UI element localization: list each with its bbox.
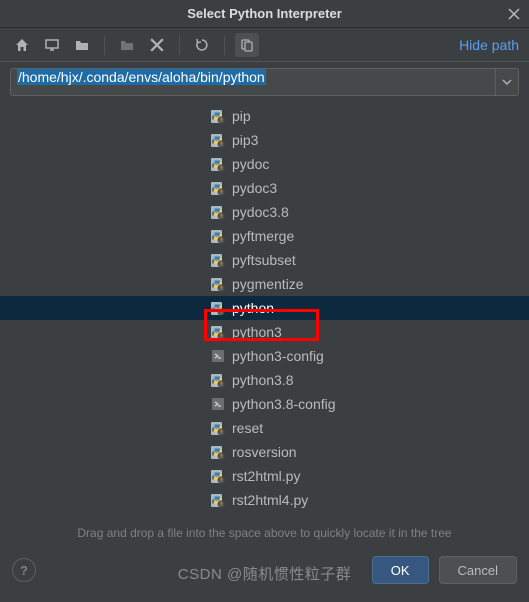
file-tree[interactable]: ? pip? pip3? pydoc? pydoc3? pydoc3.8? pyftmerg… bbox=[0, 100, 529, 518]
svg-text:?: ? bbox=[219, 238, 222, 244]
show-hidden-icon[interactable] bbox=[235, 33, 259, 57]
tree-item-label: python3 bbox=[232, 324, 282, 340]
tree-item[interactable]: python3.8-config bbox=[0, 392, 529, 416]
tree-item[interactable]: ? python3.8 bbox=[0, 368, 529, 392]
toolbar-divider bbox=[224, 35, 225, 55]
tree-item-label: pygmentize bbox=[232, 276, 304, 292]
python-file-icon: ? bbox=[210, 420, 226, 436]
tree-item[interactable]: ? python bbox=[0, 296, 529, 320]
python-file-icon: ? bbox=[210, 324, 226, 340]
svg-text:?: ? bbox=[219, 334, 222, 340]
python-file-icon: ? bbox=[210, 108, 226, 124]
tree-item-label: pip3 bbox=[232, 132, 258, 148]
svg-text:?: ? bbox=[219, 118, 222, 124]
tree-item[interactable]: ? pygmentize bbox=[0, 272, 529, 296]
desktop-icon[interactable] bbox=[40, 33, 64, 57]
svg-text:?: ? bbox=[219, 502, 222, 508]
tree-item-label: python3.8-config bbox=[232, 396, 336, 412]
svg-text:?: ? bbox=[219, 166, 222, 172]
python-file-icon: ? bbox=[210, 372, 226, 388]
path-input-text: /home/hjx/.conda/envs/aloha/bin/python bbox=[17, 69, 266, 85]
tree-item[interactable]: ? pydoc3 bbox=[0, 176, 529, 200]
tree-item-label: python3-config bbox=[232, 348, 324, 364]
tree-item-label: pydoc bbox=[232, 156, 269, 172]
dialog-footer: ? OK Cancel bbox=[0, 548, 529, 596]
svg-text:?: ? bbox=[219, 310, 222, 316]
help-button[interactable]: ? bbox=[12, 558, 36, 582]
tree-item[interactable]: ? pyftmerge bbox=[0, 224, 529, 248]
python-file-icon: ? bbox=[210, 444, 226, 460]
home-icon[interactable] bbox=[10, 33, 34, 57]
path-row: /home/hjx/.conda/envs/aloha/bin/python bbox=[0, 62, 529, 100]
tree-item[interactable]: python3-config bbox=[0, 344, 529, 368]
svg-text:?: ? bbox=[219, 142, 222, 148]
delete-icon[interactable] bbox=[145, 33, 169, 57]
toolbar: Hide path bbox=[0, 28, 529, 62]
tree-item-label: pydoc3 bbox=[232, 180, 277, 196]
python-file-icon: ? bbox=[210, 156, 226, 172]
exec-file-icon bbox=[210, 348, 226, 364]
cancel-button[interactable]: Cancel bbox=[439, 556, 517, 584]
ok-button[interactable]: OK bbox=[372, 556, 429, 584]
svg-text:?: ? bbox=[219, 190, 222, 196]
drag-drop-hint: Drag and drop a file into the space abov… bbox=[0, 518, 529, 548]
tree-item[interactable]: ? rosversion bbox=[0, 440, 529, 464]
tree-item[interactable]: ? pydoc3.8 bbox=[0, 200, 529, 224]
tree-item[interactable]: ? pyftsubset bbox=[0, 248, 529, 272]
project-icon[interactable] bbox=[70, 33, 94, 57]
python-file-icon: ? bbox=[210, 276, 226, 292]
toolbar-divider bbox=[104, 35, 105, 55]
tree-item-label: rst2html4.py bbox=[232, 492, 308, 508]
tree-item[interactable]: ? pip bbox=[0, 104, 529, 128]
svg-text:?: ? bbox=[219, 286, 222, 292]
python-file-icon: ? bbox=[210, 300, 226, 316]
tree-item-label: python bbox=[232, 300, 274, 316]
close-button[interactable] bbox=[505, 5, 523, 23]
svg-text:?: ? bbox=[219, 214, 222, 220]
python-file-icon: ? bbox=[210, 252, 226, 268]
new-folder-icon bbox=[115, 33, 139, 57]
tree-item[interactable]: ? pydoc bbox=[0, 152, 529, 176]
tree-item-label: pip bbox=[232, 108, 251, 124]
tree-item-label: pyftmerge bbox=[232, 228, 294, 244]
svg-text:?: ? bbox=[219, 430, 222, 436]
python-file-icon: ? bbox=[210, 228, 226, 244]
titlebar: Select Python Interpreter bbox=[0, 0, 529, 28]
tree-item-label: rst2html.py bbox=[232, 468, 300, 484]
path-history-dropdown[interactable] bbox=[495, 68, 519, 96]
python-file-icon: ? bbox=[210, 180, 226, 196]
tree-item[interactable]: ? reset bbox=[0, 416, 529, 440]
python-file-icon: ? bbox=[210, 132, 226, 148]
tree-item-label: pydoc3.8 bbox=[232, 204, 289, 220]
exec-file-icon bbox=[210, 396, 226, 412]
tree-item[interactable]: ? rst2html4.py bbox=[0, 488, 529, 512]
python-file-icon: ? bbox=[210, 468, 226, 484]
svg-text:?: ? bbox=[219, 262, 222, 268]
python-file-icon: ? bbox=[210, 492, 226, 508]
tree-item[interactable]: ? pip3 bbox=[0, 128, 529, 152]
refresh-icon[interactable] bbox=[190, 33, 214, 57]
tree-item-label: pyftsubset bbox=[232, 252, 296, 268]
toolbar-divider bbox=[179, 35, 180, 55]
path-input[interactable]: /home/hjx/.conda/envs/aloha/bin/python bbox=[10, 68, 495, 96]
tree-item-label: rosversion bbox=[232, 444, 297, 460]
svg-text:?: ? bbox=[219, 454, 222, 460]
svg-text:?: ? bbox=[219, 478, 222, 484]
tree-item[interactable]: ? python3 bbox=[0, 320, 529, 344]
svg-text:?: ? bbox=[219, 382, 222, 388]
tree-item-label: python3.8 bbox=[232, 372, 294, 388]
hide-path-link[interactable]: Hide path bbox=[459, 37, 519, 53]
tree-item[interactable]: ? rst2html.py bbox=[0, 464, 529, 488]
python-file-icon: ? bbox=[210, 204, 226, 220]
dialog-title: Select Python Interpreter bbox=[187, 6, 342, 21]
tree-item-label: reset bbox=[232, 420, 263, 436]
